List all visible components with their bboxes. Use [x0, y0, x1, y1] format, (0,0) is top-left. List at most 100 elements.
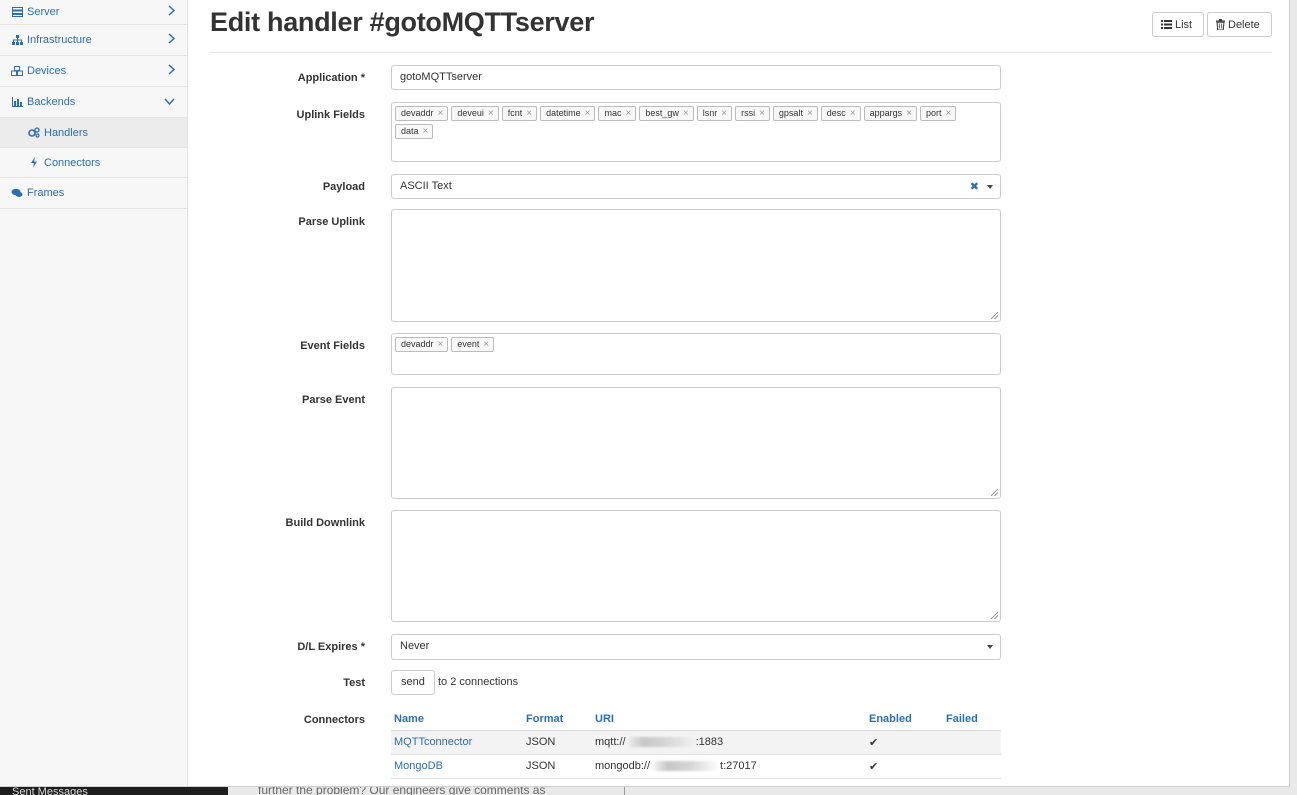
- connector-uri: mqtt:// :1883: [592, 730, 866, 755]
- sidebar-item-label: Devices: [27, 65, 67, 77]
- remove-tag-icon[interactable]: ×: [526, 107, 532, 120]
- redacted-host: [650, 761, 721, 772]
- caret-down-icon: [987, 185, 993, 189]
- column-header-enabled[interactable]: Enabled: [866, 708, 943, 731]
- column-header-failed[interactable]: Failed: [943, 708, 1001, 731]
- remove-tag-icon[interactable]: ×: [683, 107, 689, 120]
- connector-name[interactable]: MongoDB: [394, 760, 443, 772]
- uri-prefix: mqtt://: [595, 736, 626, 748]
- tag-chip: datetime ×: [540, 106, 596, 121]
- tag-chip: port ×: [920, 106, 957, 121]
- tag-label: deveui: [457, 108, 484, 118]
- connector-name-link[interactable]: MQTTconnector: [391, 730, 523, 755]
- send-button[interactable]: send: [391, 670, 435, 695]
- event-fields-input[interactable]: devaddr × event ×: [391, 333, 1001, 375]
- tag-label: gpsalt: [778, 108, 803, 118]
- sidebar-item-connectors[interactable]: Connectors: [0, 148, 187, 178]
- app-window: Server Infrastructure Devices Backends H…: [0, 0, 1290, 787]
- bolt-icon: [28, 157, 40, 169]
- tag-label: best_gw: [645, 108, 679, 118]
- server-icon: [11, 6, 23, 18]
- dl-expires-select[interactable]: Never: [391, 634, 1001, 660]
- remove-tag-icon[interactable]: ×: [438, 107, 444, 120]
- title-divider: [210, 52, 1272, 53]
- parse-uplink-textarea[interactable]: [391, 209, 1001, 322]
- tag-label: datetime: [546, 108, 581, 118]
- table-row: MongoDB JSON mongodb:// t:27017 ✔: [391, 754, 1001, 779]
- cogs-icon: [28, 127, 40, 139]
- tag-chip: lsnr ×: [696, 106, 733, 121]
- connector-enabled-check-icon: ✔: [866, 754, 943, 779]
- sidebar-item-handlers[interactable]: Handlers: [0, 118, 187, 148]
- sidebar-item-devices[interactable]: Devices: [0, 56, 187, 87]
- column-header-format[interactable]: Format: [523, 708, 592, 731]
- tag-chip: deveui ×: [451, 106, 499, 121]
- sidebar-item-label: Infrastructure: [27, 34, 92, 46]
- tag-label: mac: [604, 108, 622, 118]
- tag-label: desc: [826, 108, 846, 118]
- remove-tag-icon[interactable]: ×: [488, 107, 494, 120]
- payload-selected-value: ASCII Text: [400, 180, 452, 192]
- tag-chip: event ×: [451, 337, 495, 352]
- dl-expires-selected-value: Never: [400, 640, 430, 652]
- tag-chip: appargs ×: [863, 106, 918, 121]
- remove-tag-icon[interactable]: ×: [438, 338, 444, 351]
- connector-format: JSON: [523, 754, 592, 779]
- connectors-label: Connectors: [303, 714, 365, 726]
- cubes-icon: [11, 65, 23, 77]
- page-title: Edit handler #gotoMQTTserver: [210, 7, 595, 37]
- connector-failed: [943, 730, 1001, 755]
- chevron-down-icon: [164, 96, 175, 108]
- uri-suffix: :1883: [695, 736, 724, 748]
- remove-tag-icon[interactable]: ×: [423, 125, 429, 138]
- sidebar-item-infrastructure[interactable]: Infrastructure: [0, 25, 187, 56]
- connector-failed: [943, 754, 1001, 779]
- resize-grip-icon[interactable]: [991, 489, 998, 496]
- clear-icon[interactable]: ✖: [970, 180, 979, 193]
- connector-name-link[interactable]: MongoDB: [391, 754, 523, 779]
- remove-tag-icon[interactable]: ×: [946, 107, 952, 120]
- build-downlink-textarea[interactable]: [391, 510, 1001, 622]
- background-divider: [624, 786, 625, 795]
- resize-grip-icon[interactable]: [991, 612, 998, 619]
- resize-grip-icon[interactable]: [991, 312, 998, 319]
- sidebar-item-label: Backends: [27, 96, 76, 108]
- remove-tag-icon[interactable]: ×: [807, 107, 813, 120]
- remove-tag-icon[interactable]: ×: [850, 107, 856, 120]
- tag-chip: devaddr ×: [395, 337, 449, 352]
- remove-tag-icon[interactable]: ×: [483, 338, 489, 351]
- application-label: Application *: [297, 72, 365, 84]
- remove-tag-icon[interactable]: ×: [759, 107, 765, 120]
- application-input[interactable]: gotoMQTTserver: [391, 65, 1001, 90]
- send-note: to 2 connections: [438, 676, 519, 688]
- parse-event-textarea[interactable]: [391, 387, 1001, 499]
- uplink-fields-input[interactable]: devaddr × deveui × fcnt × datetime × mac × best_gw…: [391, 102, 1001, 162]
- sidebar: Server Infrastructure Devices Backends H…: [0, 0, 188, 786]
- payload-select[interactable]: ASCII Text ✖: [391, 174, 1001, 199]
- delete-button-label: Delete: [1228, 18, 1260, 31]
- remove-tag-icon[interactable]: ×: [626, 107, 632, 120]
- tag-label: lsnr: [702, 108, 718, 118]
- connector-name[interactable]: MQTTconnector: [394, 736, 472, 748]
- sidebar-item-label: Frames: [27, 187, 65, 199]
- remove-tag-icon[interactable]: ×: [721, 107, 727, 120]
- trash-icon: [1216, 19, 1225, 30]
- remove-tag-icon[interactable]: ×: [906, 107, 912, 120]
- parse-uplink-label: Parse Uplink: [298, 216, 365, 228]
- sidebar-item-backends[interactable]: Backends: [0, 87, 187, 118]
- remove-tag-icon[interactable]: ×: [585, 107, 591, 120]
- tag-chip: devaddr ×: [395, 106, 449, 121]
- column-header-name[interactable]: Name: [391, 708, 523, 731]
- event-fields-label: Event Fields: [300, 340, 365, 352]
- sidebar-item-frames[interactable]: Frames: [0, 178, 187, 209]
- delete-button[interactable]: Delete: [1207, 12, 1272, 37]
- list-button[interactable]: List: [1152, 12, 1204, 37]
- sidebar-item-server[interactable]: Server: [0, 0, 187, 25]
- column-header-uri[interactable]: URI: [592, 708, 866, 731]
- comments-icon: [11, 187, 23, 199]
- tag-label: fcnt: [507, 108, 523, 118]
- dl-expires-label: D/L Expires *: [297, 641, 365, 653]
- payload-label: Payload: [322, 181, 365, 193]
- uri-suffix: t:27017: [720, 760, 757, 772]
- tag-chip: best_gw ×: [639, 106, 694, 121]
